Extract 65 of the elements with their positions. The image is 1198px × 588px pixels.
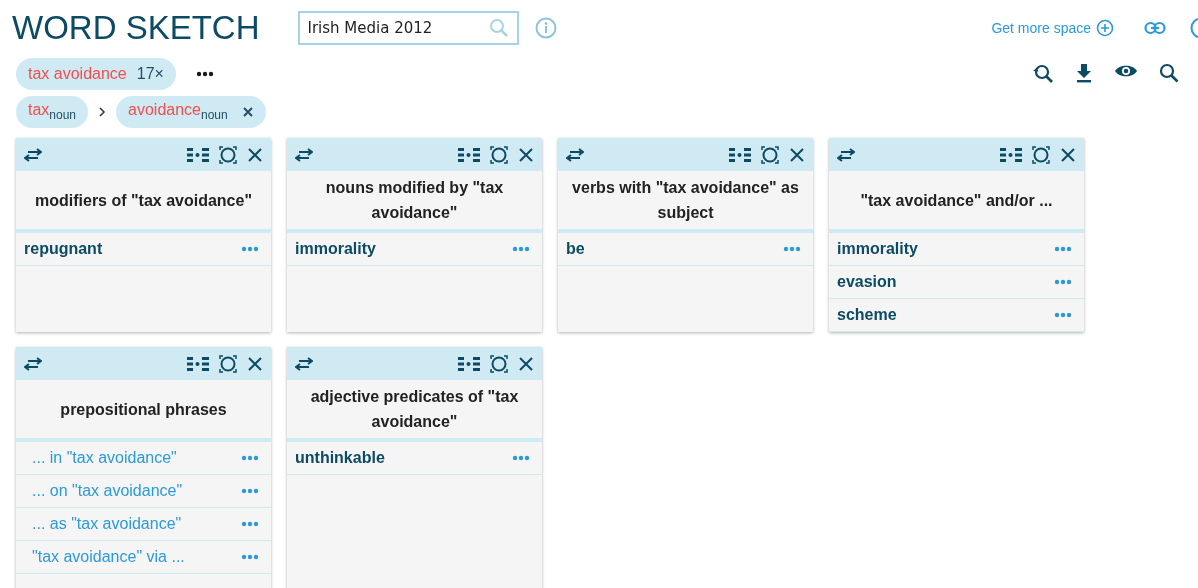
search-icon[interactable] — [1159, 63, 1179, 83]
eye-icon[interactable] — [1114, 63, 1138, 79]
query-chip[interactable]: tax avoidance 17× — [16, 58, 176, 90]
phrase-text: ... on "tax avoidance" — [32, 482, 184, 500]
focus-icon[interactable] — [219, 145, 237, 164]
focus-icon[interactable] — [1032, 145, 1050, 164]
panel-title: prepositional phrases — [16, 380, 271, 442]
frequency-count: 17× — [136, 65, 164, 83]
focus-icon[interactable] — [490, 145, 508, 164]
swap-icon[interactable] — [24, 356, 42, 371]
link-icon[interactable] — [1144, 21, 1166, 35]
collocate-text: immorality — [295, 240, 377, 258]
focus-icon[interactable] — [219, 354, 237, 373]
phrase-text: ... as "tax avoidance" — [32, 515, 183, 533]
collocate-text: unthinkable — [295, 449, 386, 467]
swap-icon[interactable] — [295, 356, 313, 371]
swap-icon[interactable] — [837, 147, 855, 162]
swap-icon[interactable] — [295, 147, 313, 162]
list-dots-icon[interactable] — [1000, 147, 1022, 162]
lemma-text: avoidance$_{noun}$ — [128, 101, 228, 123]
focus-icon[interactable] — [490, 354, 508, 373]
panel-title: adjective predicates of "tax avoidance" — [287, 380, 542, 442]
rotate-search-icon[interactable] — [1032, 63, 1054, 85]
search-field[interactable]: Irish Media 2012 — [297, 11, 519, 45]
swap-icon[interactable] — [566, 147, 584, 162]
phrase-text: "tax avoidance" via ... — [32, 548, 186, 566]
query-text: tax avoidance — [28, 65, 127, 83]
app-title: WORD SKETCH — [12, 9, 260, 47]
list-dots-icon[interactable] — [187, 147, 209, 162]
close-icon[interactable] — [518, 146, 534, 163]
plus-circle-icon[interactable] — [1096, 19, 1114, 37]
close-icon[interactable] — [247, 355, 263, 372]
collocation-row[interactable]: be — [558, 233, 813, 266]
list-dots-icon[interactable] — [458, 356, 480, 371]
collocate-text: repugnant — [24, 240, 104, 258]
collocate-text: scheme — [837, 306, 898, 324]
focus-icon[interactable] — [761, 145, 779, 164]
collocation-row[interactable]: immorality — [829, 233, 1084, 266]
close-icon[interactable] — [1060, 146, 1076, 163]
lemma-chip[interactable]: avoidance$_{noun}$ — [116, 96, 266, 128]
collocation-row[interactable]: unthinkable — [287, 442, 542, 475]
close-icon[interactable] — [789, 146, 805, 163]
lemma-chip[interactable]: tax$_{noun}$ — [16, 96, 89, 128]
panel-title: modifiers of "tax avoidance" — [16, 171, 271, 233]
collocation-row[interactable]: repugnant — [16, 233, 271, 266]
download-icon[interactable] — [1075, 63, 1093, 83]
collocation-row[interactable]: immorality — [287, 233, 542, 266]
panel-title: "tax avoidance" and/or ... — [829, 171, 1084, 233]
collocate-text: evasion — [837, 273, 898, 291]
close-icon[interactable] — [241, 106, 254, 118]
close-icon[interactable] — [247, 146, 263, 163]
list-dots-icon[interactable] — [729, 147, 751, 162]
phrase-text: ... in "tax avoidance" — [32, 449, 178, 467]
chevron-icon — [98, 107, 107, 117]
list-dots-icon[interactable] — [187, 356, 209, 371]
collocate-text: be — [566, 240, 586, 258]
collocate-text: immorality — [837, 240, 919, 258]
lemma-text: tax$_{noun}$ — [28, 101, 77, 123]
collocation-row[interactable]: evasion — [829, 266, 1084, 299]
list-dots-icon[interactable] — [458, 147, 480, 162]
close-icon[interactable] — [518, 355, 534, 372]
panel-title: verbs with "tax avoidance" as subject — [558, 171, 813, 233]
panel-title: nouns modified by "tax avoidance" — [287, 171, 542, 233]
collocation-row[interactable]: scheme — [829, 299, 1084, 332]
swap-icon[interactable] — [24, 147, 42, 162]
